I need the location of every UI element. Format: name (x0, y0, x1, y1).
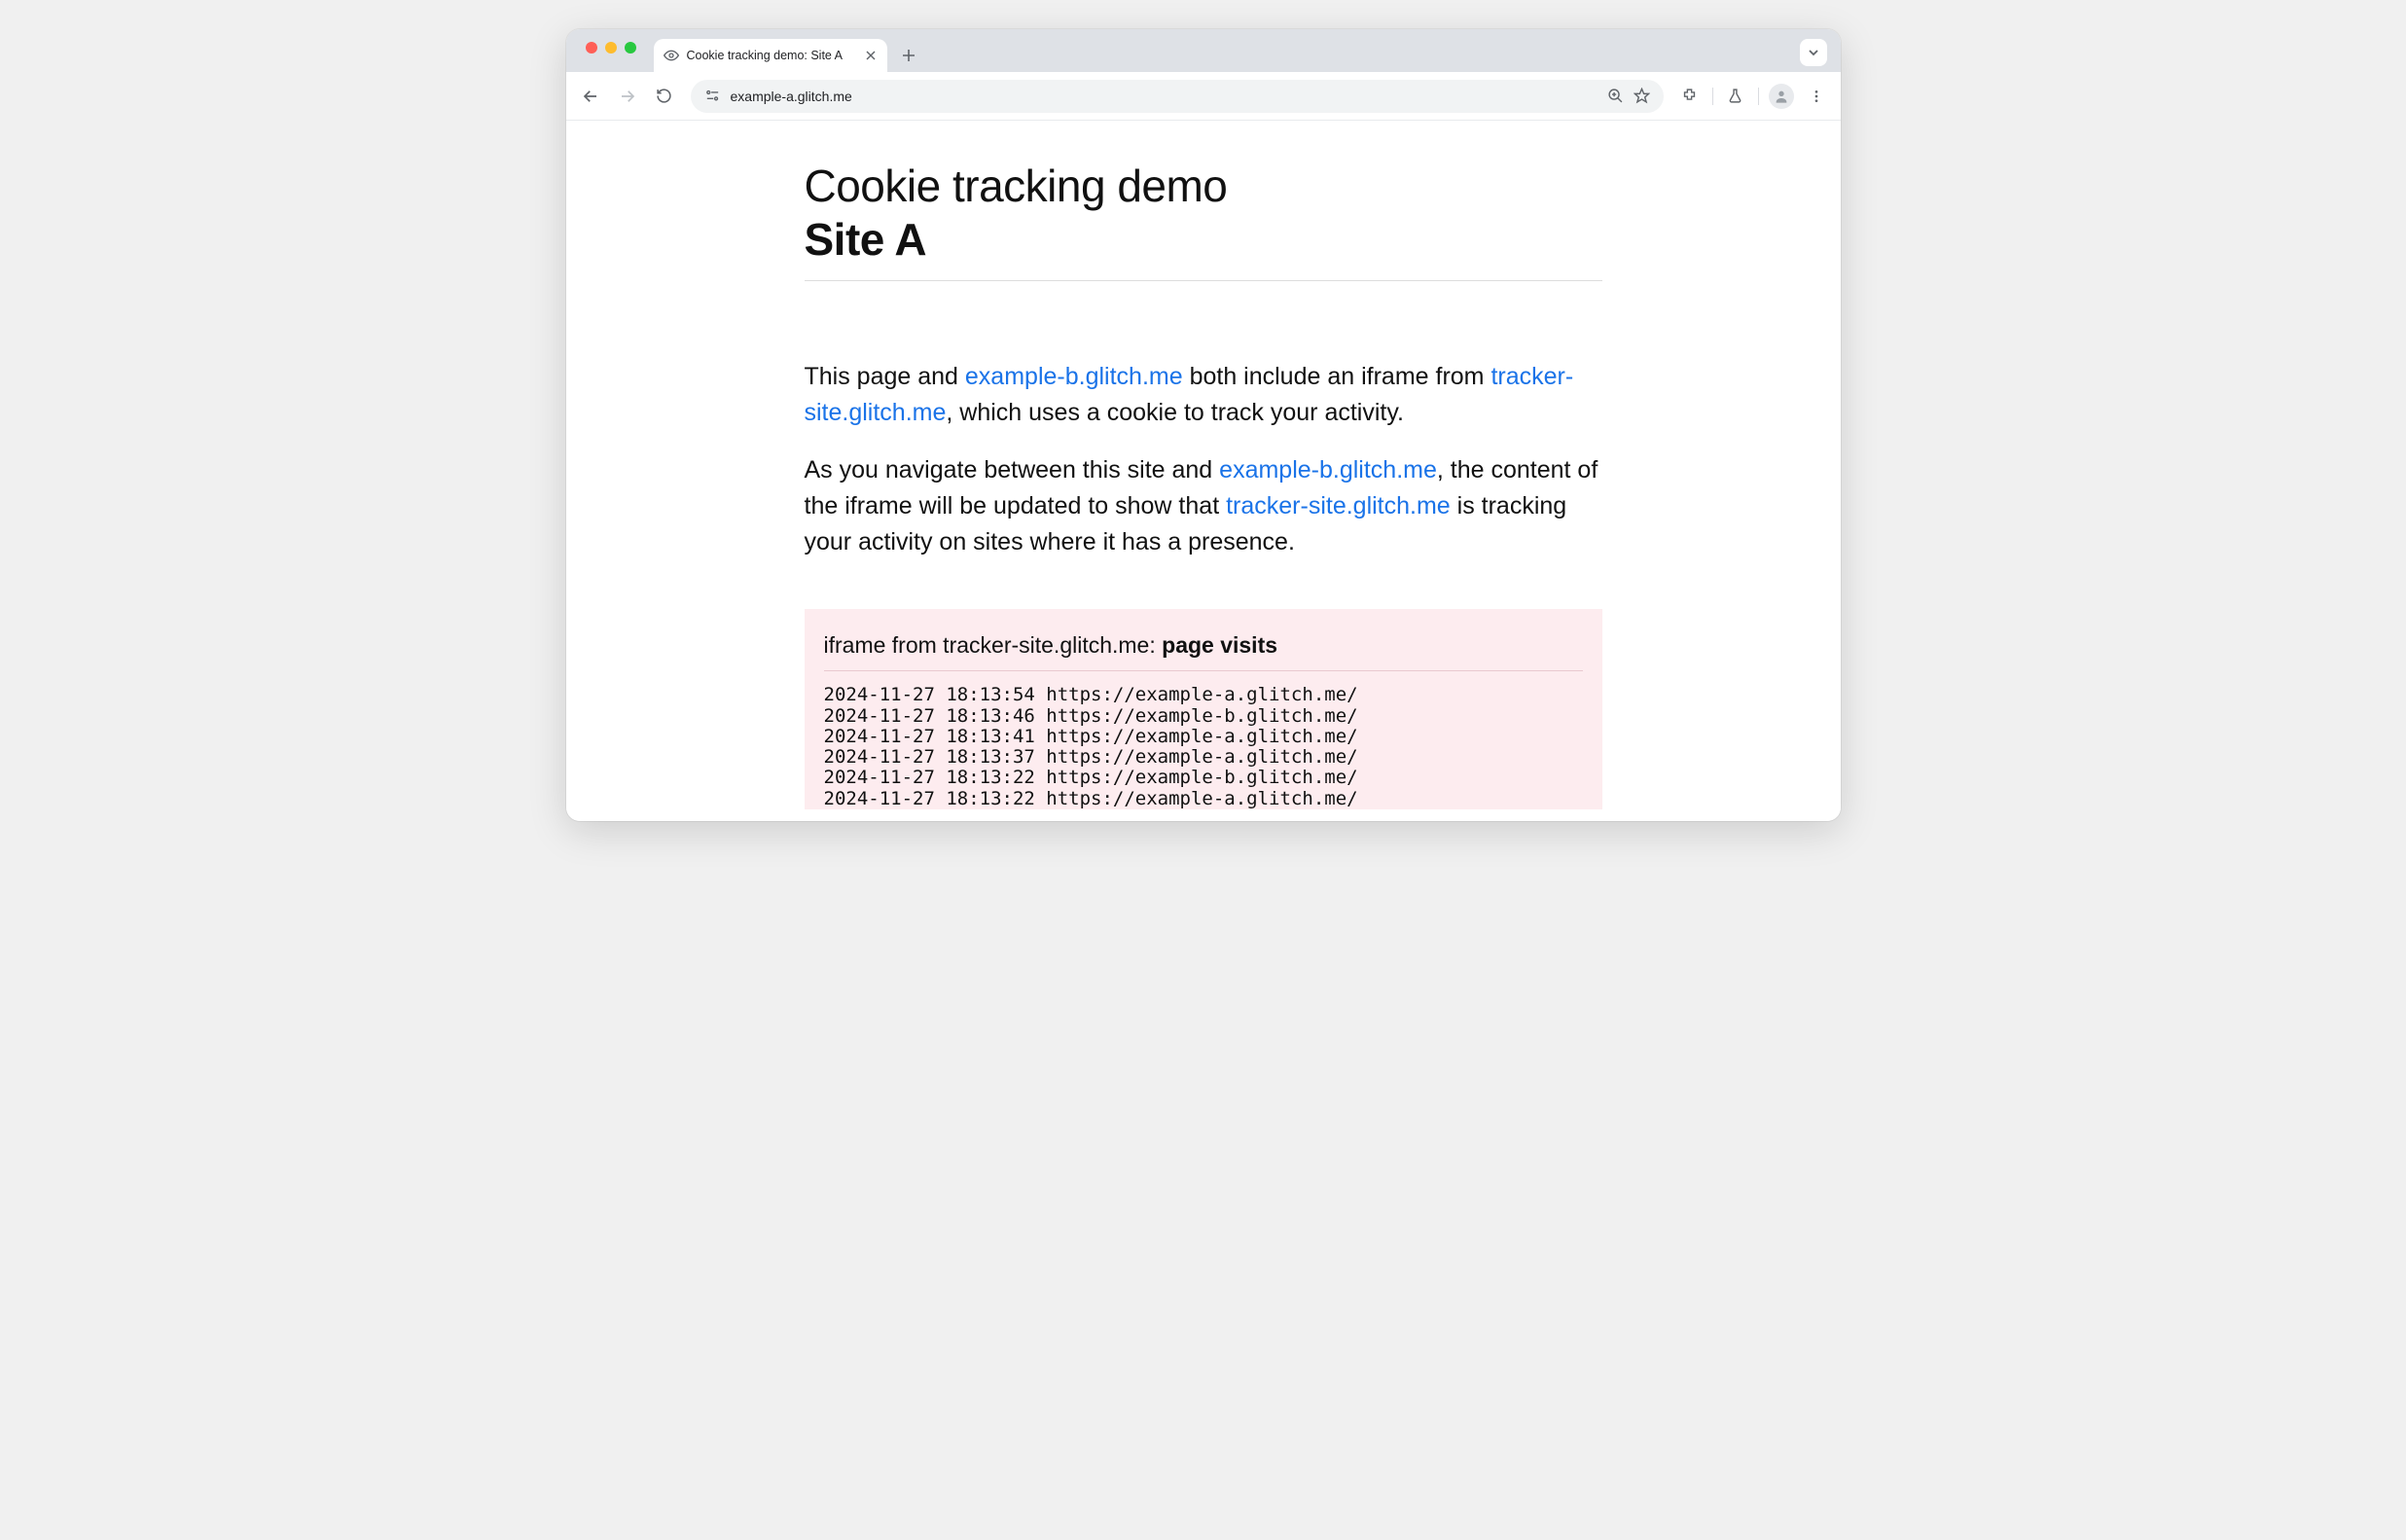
browser-tab[interactable]: Cookie tracking demo: Site A (654, 39, 887, 72)
maximize-window-button[interactable] (625, 42, 636, 54)
separator (1712, 88, 1713, 105)
link-tracker-site-2[interactable]: tracker-site.glitch.me (1226, 492, 1451, 519)
close-window-button[interactable] (586, 42, 597, 54)
page-title: Cookie tracking demo Site A (805, 160, 1602, 267)
avatar-icon (1769, 84, 1794, 109)
title-divider (805, 280, 1602, 281)
eye-icon (664, 48, 679, 63)
site-settings-icon[interactable] (704, 88, 721, 104)
profile-button[interactable] (1765, 80, 1798, 113)
forward-button[interactable] (611, 80, 644, 113)
page-visits-log: 2024-11-27 18:13:54 https://example-a.gl… (824, 671, 1583, 809)
intro-text: This page and example-b.glitch.me both i… (805, 359, 1602, 560)
window-controls (574, 42, 648, 63)
extensions-icon[interactable] (1673, 80, 1706, 113)
address-bar[interactable]: example-a.glitch.me (691, 80, 1664, 113)
reload-button[interactable] (648, 80, 681, 113)
separator (1758, 88, 1759, 105)
toolbar-right (1673, 80, 1833, 113)
menu-button[interactable] (1800, 80, 1833, 113)
new-tab-button[interactable] (895, 42, 922, 69)
url-text: example-a.glitch.me (731, 89, 852, 104)
tabs-dropdown-button[interactable] (1800, 39, 1827, 66)
minimize-window-button[interactable] (605, 42, 617, 54)
zoom-icon[interactable] (1607, 88, 1624, 104)
title-line-2: Site A (805, 213, 1602, 267)
back-button[interactable] (574, 80, 607, 113)
link-example-b[interactable]: example-b.glitch.me (965, 363, 1183, 390)
close-tab-button[interactable] (864, 51, 878, 60)
paragraph-1: This page and example-b.glitch.me both i… (805, 359, 1602, 431)
toolbar: example-a.glitch.me (566, 72, 1841, 121)
paragraph-2: As you navigate between this site and ex… (805, 452, 1602, 560)
labs-icon[interactable] (1719, 80, 1752, 113)
bookmark-icon[interactable] (1634, 88, 1650, 104)
tracker-iframe: iframe from tracker-site.glitch.me: page… (805, 609, 1602, 809)
title-line-1: Cookie tracking demo (805, 161, 1228, 211)
tab-title: Cookie tracking demo: Site A (687, 49, 856, 62)
browser-window: Cookie tracking demo: Site A example-a.g… (566, 29, 1841, 821)
iframe-heading: iframe from tracker-site.glitch.me: page… (824, 632, 1583, 671)
viewport: Cookie tracking demo Site A This page an… (566, 121, 1841, 821)
tab-bar: Cookie tracking demo: Site A (566, 29, 1841, 72)
link-example-b-2[interactable]: example-b.glitch.me (1219, 456, 1437, 483)
page-content: Cookie tracking demo Site A This page an… (805, 121, 1602, 809)
